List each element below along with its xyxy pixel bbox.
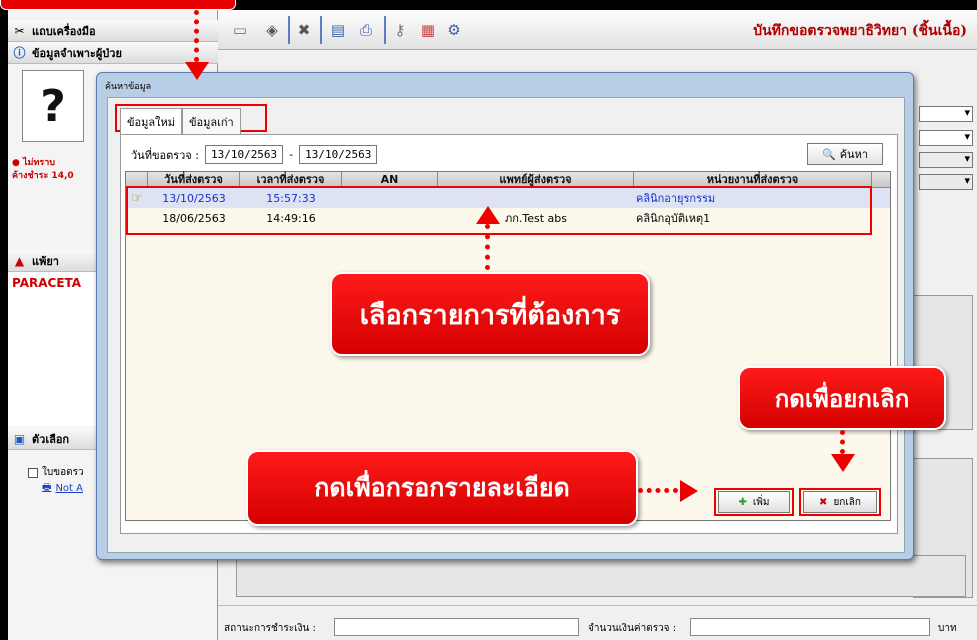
background-notes bbox=[236, 555, 966, 597]
payment-status-field[interactable] bbox=[334, 618, 579, 636]
tab-old-data[interactable]: ข้อมูลเก่า bbox=[182, 108, 241, 135]
export-icon[interactable]: ▦ bbox=[418, 20, 438, 40]
search-icon: 🔍 bbox=[821, 147, 836, 161]
toolbar-separator bbox=[384, 16, 386, 44]
callout-select-item: เลือกรายการที่ต้องการ bbox=[330, 272, 650, 356]
arrow-down-icon bbox=[185, 62, 209, 80]
background-field[interactable] bbox=[919, 152, 973, 168]
toolbar-header[interactable]: ✂ แถบเครื่องมือ bbox=[8, 20, 218, 42]
plus-icon: ✚ bbox=[738, 496, 747, 508]
print-icon[interactable]: ⎙ bbox=[356, 20, 376, 40]
date-filter: วันที่ขอตรวจ : 13/10/2563 - 13/10/2563 bbox=[131, 145, 378, 164]
option-request-checkbox[interactable]: ใบขอตรว bbox=[28, 465, 84, 480]
tools-icon: ✂ bbox=[14, 23, 25, 38]
app-window: ✂ แถบเครื่องมือ ⓘ ข้อมูลจำเพาะผู้ป่วย ? … bbox=[8, 10, 977, 640]
callout-connector bbox=[194, 10, 199, 62]
main-toolbar: ▭ ◈ ✖ ▤ ⎙ ⚷ ▦ ⚙ บันทึกขอตรวจพยาธิวิทยา (… bbox=[218, 10, 977, 50]
drug-name: PARACETA bbox=[12, 276, 82, 290]
arrow-down-icon bbox=[831, 454, 855, 472]
options-icon: ▣ bbox=[13, 431, 26, 446]
page-title: บันทึกขอตรวจพยาธิวิทยา (ชิ้นเนื้อ) bbox=[753, 23, 967, 39]
unknown-status: ● ไม่ทราบ bbox=[12, 158, 55, 168]
printer-icon: 🖶 bbox=[42, 482, 52, 493]
date-from-input[interactable]: 13/10/2563 bbox=[204, 145, 284, 164]
toolbar-separator bbox=[288, 16, 290, 44]
add-button[interactable]: ✚ เพิ่ม bbox=[718, 491, 790, 513]
toolbar-separator bbox=[320, 16, 322, 44]
delete-icon[interactable]: ✖ bbox=[294, 20, 314, 40]
callout-connector bbox=[840, 430, 845, 454]
balance-text: ค้างชำระ 14,0 bbox=[12, 171, 74, 181]
tab-bar: ข้อมูลใหม่ ข้อมูลเก่า bbox=[120, 108, 241, 135]
amount-field[interactable] bbox=[690, 618, 930, 636]
background-dropdown[interactable] bbox=[919, 106, 973, 122]
background-dropdown[interactable] bbox=[919, 130, 973, 146]
key-icon[interactable]: ⚷ bbox=[390, 20, 410, 40]
eraser-icon[interactable]: ◈ bbox=[262, 20, 282, 40]
top-callout-edge bbox=[0, 0, 236, 10]
callout-connector bbox=[638, 488, 678, 493]
column-header[interactable]: เวลาที่ส่งตรวจ bbox=[240, 172, 342, 187]
dialog-title: ค้นหาข้อมูล bbox=[105, 82, 152, 92]
warning-icon: ▲ bbox=[14, 253, 25, 268]
column-header[interactable]: AN bbox=[342, 172, 438, 187]
cancel-button[interactable]: ✖ ยกเลิก bbox=[803, 491, 877, 513]
new-document-icon[interactable]: ▭ bbox=[230, 20, 250, 40]
checkbox[interactable] bbox=[28, 467, 38, 478]
callout-press-cancel: กดเพื่อยกเลิก bbox=[738, 366, 946, 430]
patient-photo: ? bbox=[22, 70, 84, 142]
tab-new-data[interactable]: ข้อมูลใหม่ bbox=[120, 108, 182, 135]
callout-connector bbox=[485, 224, 490, 270]
info-icon: ⓘ bbox=[13, 46, 26, 60]
arrow-right-icon bbox=[680, 480, 698, 502]
printer-link[interactable]: 🖶 Not A bbox=[42, 480, 83, 497]
search-button[interactable]: 🔍 ค้นหา bbox=[807, 143, 883, 165]
arrow-up-icon bbox=[476, 206, 500, 224]
settings-icon[interactable]: ⚙ bbox=[444, 20, 464, 40]
column-header[interactable]: วันที่ส่งตรวจ bbox=[148, 172, 240, 187]
status-bar: สถานะการชำระเงิน : จำนวนเงินค่าตรวจ : บา… bbox=[218, 605, 977, 640]
close-icon: ✖ bbox=[819, 496, 828, 508]
column-header[interactable]: แพทย์ผู้ส่งตรวจ bbox=[438, 172, 634, 187]
alert-drop-icon: ● bbox=[12, 158, 20, 168]
date-to-input[interactable]: 13/10/2563 bbox=[299, 145, 378, 164]
report-icon[interactable]: ▤ bbox=[328, 20, 348, 40]
patient-info-header[interactable]: ⓘ ข้อมูลจำเพาะผู้ป่วย bbox=[8, 42, 218, 64]
callout-press-fill-detail: กดเพื่อกรอกรายละเอียด bbox=[246, 450, 638, 526]
column-header[interactable]: หน่วยงานที่ส่งตรวจ bbox=[634, 172, 872, 187]
background-field[interactable] bbox=[919, 174, 973, 190]
